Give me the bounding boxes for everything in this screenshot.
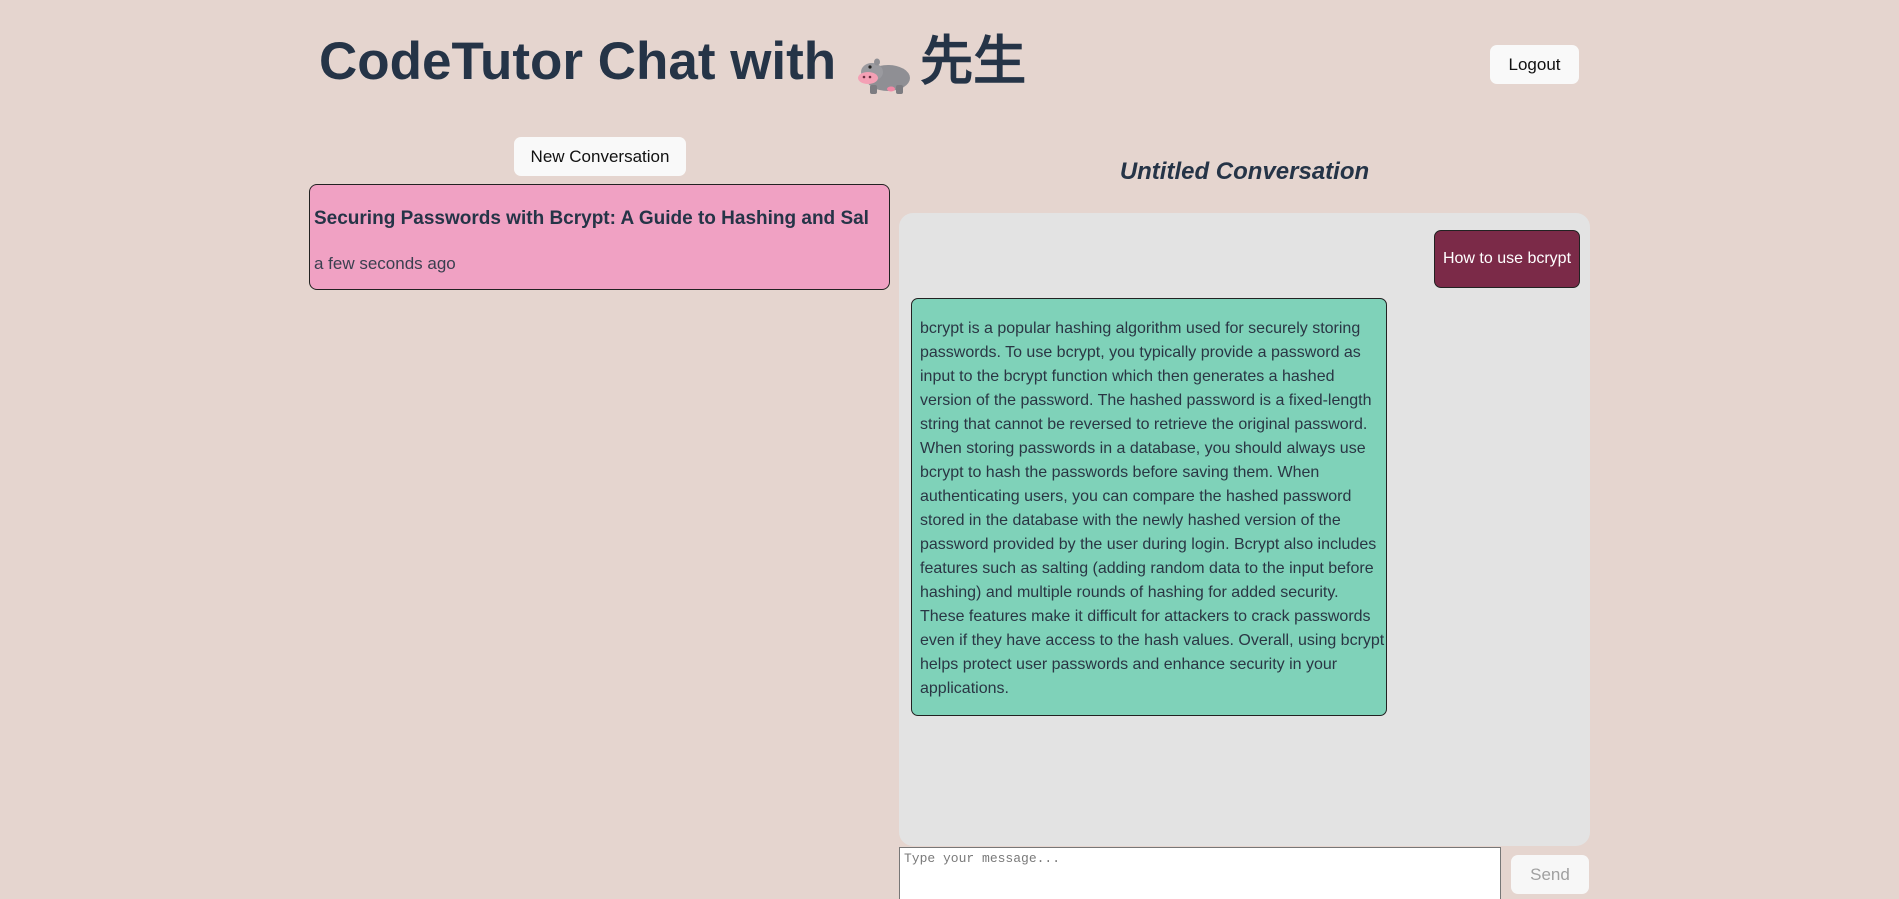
app-title-suffix: 先生 — [920, 32, 1027, 91]
user-message: How to use bcrypt — [1434, 230, 1580, 288]
send-button[interactable]: Send — [1511, 855, 1589, 894]
conversation-timestamp: a few seconds ago — [314, 254, 456, 273]
chat-messages-panel[interactable]: How to use bcrypt bcrypt is a popular ha… — [899, 213, 1590, 846]
conversation-title: Securing Passwords with Bcrypt: A Guide … — [314, 208, 869, 229]
current-conversation-title: Untitled Conversation — [1119, 158, 1370, 185]
new-conversation-button[interactable]: New Conversation — [514, 137, 686, 176]
app-title-text: CodeTutor Chat with — [319, 32, 837, 91]
assistant-message: bcrypt is a popular hashing algorithm us… — [911, 298, 1387, 716]
hippo-icon — [858, 44, 914, 94]
page: CodeTutor Chat with 先生 Logout New Conver… — [0, 0, 1899, 899]
message-input[interactable] — [899, 847, 1501, 899]
conversation-list-item[interactable]: Securing Passwords with Bcrypt: A Guide … — [309, 184, 890, 290]
logout-button[interactable]: Logout — [1490, 45, 1579, 84]
app-title: CodeTutor Chat with 先生 — [319, 28, 1026, 96]
